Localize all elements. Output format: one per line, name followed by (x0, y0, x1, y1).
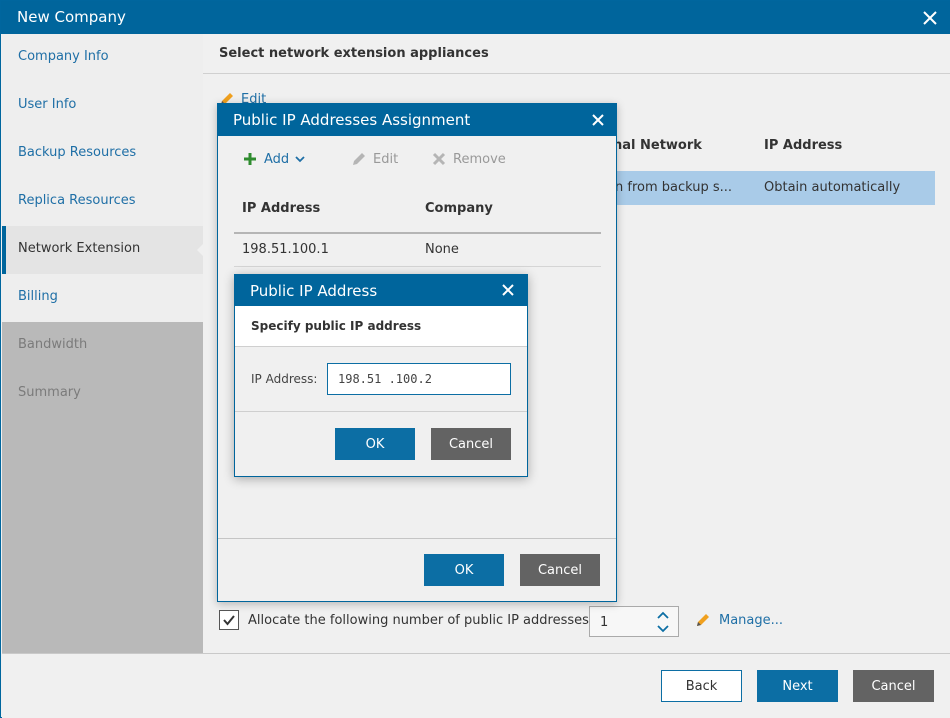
ip-address-label: IP Address: (251, 372, 318, 386)
row-ip-cell: Obtain automatically (764, 180, 901, 195)
grid-header-divider (234, 232, 601, 234)
ip-address-input[interactable]: 198.51 .100.2 (327, 363, 511, 395)
dialog-footer-divider (218, 538, 616, 539)
cancel-button[interactable]: Cancel (853, 670, 934, 702)
step-heading: Select network extension appliances (219, 46, 489, 61)
close-icon (923, 11, 937, 25)
heading-divider (203, 73, 950, 74)
dialog-titlebar: Public IP Address (235, 275, 527, 306)
window-titlebar: New Company (1, 1, 950, 34)
ip-count-value: 1 (600, 615, 609, 630)
checkmark-icon (223, 615, 235, 626)
add-label: Add (264, 151, 290, 167)
window-title: New Company (17, 8, 126, 26)
ip-cancel-button[interactable]: Cancel (431, 428, 511, 460)
sidebar-item-label: Network Extension (18, 241, 141, 256)
dialog-heading: Specify public IP address (251, 319, 422, 333)
row-network-cell: n from backup s... (615, 180, 733, 195)
spin-arrows-icon[interactable] (656, 610, 670, 634)
manage-link-label: Manage... (719, 612, 784, 628)
edit-button[interactable]: Edit (351, 151, 398, 167)
dialog-header: Specify public IP address (235, 306, 527, 347)
allocate-ip-option: Allocate the following number of public … (219, 610, 589, 630)
sidebar-item-network-extension[interactable]: Network Extension (2, 226, 204, 274)
wizard-sidebar: Company Info User Info Backup Resources … (2, 34, 204, 653)
dialog-footer-divider (235, 411, 527, 412)
edit-label: Edit (373, 151, 399, 167)
assignment-toolbar: Add Edit Remove (218, 149, 616, 171)
remove-label: Remove (453, 151, 506, 167)
sidebar-item-company-info[interactable]: Company Info (2, 34, 203, 82)
dialog-cancel-button[interactable]: Cancel (520, 554, 600, 586)
column-header-ip-address: IP Address (764, 138, 843, 153)
back-button[interactable]: Back (661, 670, 742, 702)
wizard-footer: Back Next Cancel (2, 653, 950, 718)
sidebar-item-replica-resources[interactable]: Replica Resources (2, 178, 203, 226)
pencil-icon (353, 153, 365, 165)
chevron-down-icon (295, 156, 305, 163)
dialog-titlebar: Public IP Addresses Assignment (218, 104, 616, 136)
row-company-cell: None (425, 242, 459, 257)
ip-ok-button[interactable]: OK (335, 428, 415, 460)
manage-ip-link[interactable]: Manage... (695, 612, 783, 628)
column-header-ip-address: IP Address (242, 201, 321, 216)
sidebar-item-billing[interactable]: Billing (2, 274, 203, 322)
row-ip-cell: 198.51.100.1 (242, 242, 329, 257)
allocate-ip-label: Allocate the following number of public … (248, 612, 589, 628)
remove-button[interactable]: Remove (431, 151, 506, 167)
dialog-title: Public IP Address (250, 282, 378, 300)
sidebar-item-summary: Summary (2, 370, 203, 418)
plus-icon (244, 153, 256, 165)
close-icon (502, 284, 514, 296)
close-icon (592, 114, 604, 126)
dialog-ok-button[interactable]: OK (424, 554, 504, 586)
column-header-network: nal Network (613, 138, 702, 153)
row-divider (234, 266, 601, 267)
table-row[interactable]: n from backup s... Obtain automatically (613, 171, 935, 205)
close-window-button[interactable] (919, 7, 941, 29)
remove-icon (432, 152, 446, 166)
column-header-company: Company (425, 201, 493, 216)
dialog-title: Public IP Addresses Assignment (233, 111, 471, 129)
sidebar-item-bandwidth: Bandwidth (2, 322, 203, 370)
close-dialog-button[interactable] (497, 279, 519, 301)
public-ip-dialog: Public IP Address Specify public IP addr… (234, 274, 528, 477)
next-button[interactable]: Next (757, 670, 838, 702)
close-dialog-button[interactable] (587, 109, 609, 131)
sidebar-item-user-info[interactable]: User Info (2, 82, 203, 130)
sidebar-item-backup-resources[interactable]: Backup Resources (2, 130, 203, 178)
ip-count-stepper[interactable]: 1 (589, 606, 679, 637)
add-button[interactable]: Add (242, 151, 305, 167)
pencil-icon (697, 614, 709, 626)
allocate-ip-checkbox[interactable] (219, 610, 239, 630)
